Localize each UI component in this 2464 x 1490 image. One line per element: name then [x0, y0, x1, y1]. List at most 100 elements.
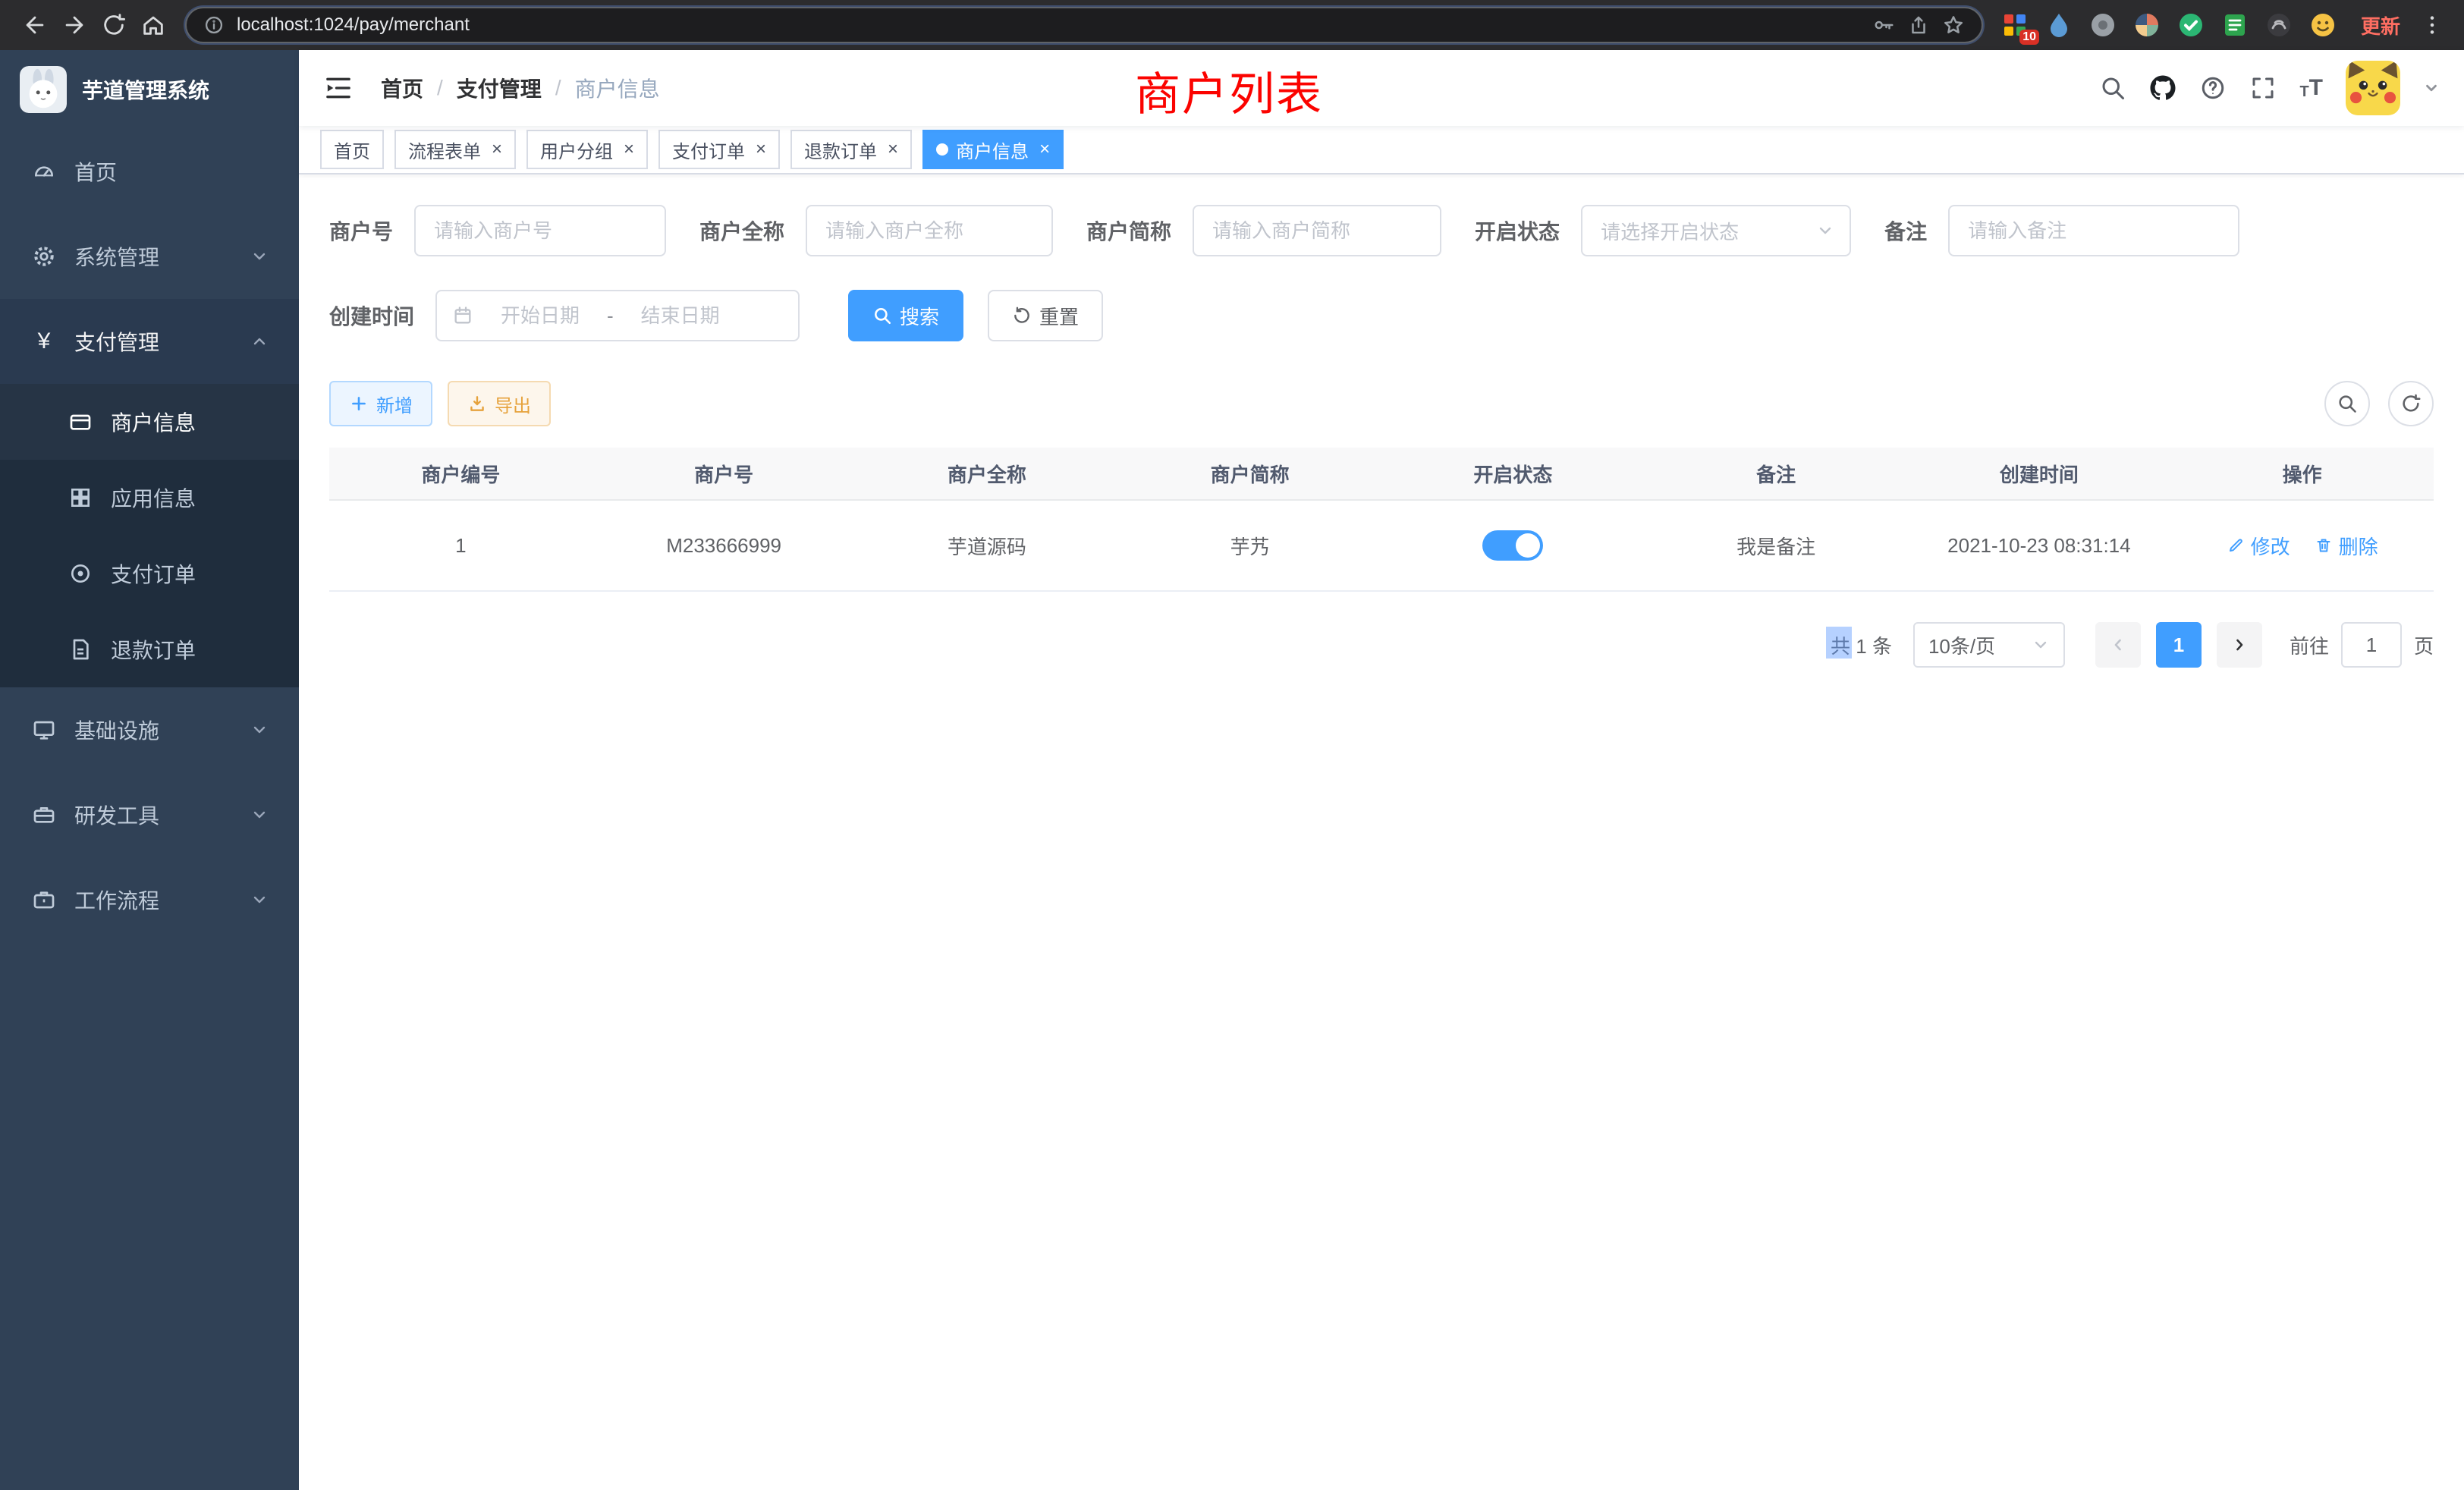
password-key-icon[interactable]	[1872, 14, 1895, 36]
rabbit-logo-icon	[20, 66, 67, 113]
goto-page-input[interactable]	[2341, 622, 2402, 668]
app-logo[interactable]: 芋道管理系统	[0, 50, 299, 129]
extension-gray-icon[interactable]	[2089, 11, 2117, 39]
filter-remark: 备注	[1884, 205, 2239, 256]
browser-menu-icon[interactable]	[2415, 8, 2449, 42]
tab-merchant-info[interactable]: 商户信息 ×	[922, 130, 1064, 169]
extension-drop-icon[interactable]	[2045, 11, 2073, 39]
toggle-search-button[interactable]	[2324, 381, 2370, 426]
selection-highlight	[1826, 627, 1852, 659]
yen-icon: ¥	[30, 328, 58, 354]
sidebar-item-refund-order[interactable]: 退款订单	[0, 611, 299, 687]
header-search-icon[interactable]	[2099, 74, 2126, 102]
share-icon[interactable]	[1907, 14, 1930, 36]
address-bar[interactable]: localhost:1024/pay/merchant	[185, 7, 1983, 43]
prev-page-button[interactable]	[2095, 622, 2141, 668]
tab-user-group[interactable]: 用户分组 ×	[526, 130, 648, 169]
browser-update-button[interactable]: 更新	[2361, 11, 2400, 39]
chevron-right-icon	[2230, 636, 2249, 654]
close-icon[interactable]: ×	[492, 140, 502, 159]
add-button[interactable]: 新增	[329, 381, 432, 426]
cell-create-time: 2021-10-23 08:31:14	[1908, 534, 2171, 558]
merchant-no-input[interactable]	[414, 205, 666, 256]
cell-operations: 修改 删除	[2170, 532, 2434, 560]
page-number-1[interactable]: 1	[2156, 622, 2202, 668]
export-button[interactable]: 导出	[448, 381, 551, 426]
browser-back-button[interactable]	[15, 5, 55, 45]
start-date-input[interactable]	[482, 304, 598, 328]
breadcrumb-home[interactable]: 首页	[381, 73, 423, 103]
close-icon[interactable]: ×	[1039, 140, 1050, 159]
remark-input[interactable]	[1948, 205, 2239, 256]
avatar[interactable]	[2346, 61, 2400, 115]
breadcrumb-payment[interactable]: 支付管理	[457, 73, 542, 103]
sidebar-item-merchant-info[interactable]: 商户信息	[0, 384, 299, 460]
sidebar-item-infrastructure[interactable]: 基础设施	[0, 687, 299, 772]
bookmark-star-icon[interactable]	[1942, 14, 1965, 36]
help-icon[interactable]	[2199, 74, 2227, 102]
sidebar-collapse-icon[interactable]	[323, 73, 354, 103]
fullscreen-icon[interactable]	[2249, 74, 2277, 102]
edit-link[interactable]: 修改	[2227, 532, 2290, 560]
active-dot-icon	[936, 143, 948, 156]
tab-refund-order[interactable]: 退款订单 ×	[790, 130, 912, 169]
sidebar-item-home[interactable]: 首页	[0, 129, 299, 214]
cell-status	[1381, 530, 1645, 561]
delete-link-label: 删除	[2339, 532, 2378, 560]
site-info-icon[interactable]	[203, 14, 225, 36]
font-size-icon[interactable]: TT	[2299, 75, 2323, 101]
page-size-select[interactable]: 10条/页	[1913, 622, 2065, 668]
delete-link[interactable]: 删除	[2315, 532, 2378, 560]
chevron-down-icon	[250, 891, 269, 909]
sidebar-item-payment[interactable]: ¥ 支付管理	[0, 299, 299, 384]
breadcrumb: 首页 / 支付管理 / 商户信息	[381, 73, 660, 103]
browser-forward-button[interactable]	[55, 5, 94, 45]
status-toggle[interactable]	[1482, 530, 1543, 561]
chevron-up-icon	[250, 332, 269, 350]
search-button[interactable]: 搜索	[848, 290, 963, 341]
extension-green-circle-icon[interactable]	[2177, 11, 2205, 39]
status-select[interactable]: 请选择开启状态	[1581, 205, 1851, 256]
column-header: 商户编号	[329, 460, 592, 488]
browser-reload-button[interactable]	[94, 5, 134, 45]
url-text[interactable]: localhost:1024/pay/merchant	[237, 14, 470, 36]
sidebar-item-pay-order[interactable]: 支付订单	[0, 536, 299, 611]
github-icon[interactable]	[2149, 74, 2176, 102]
sidebar-item-label: 首页	[74, 156, 117, 187]
sidebar-item-system[interactable]: 系统管理	[0, 214, 299, 299]
sidebar-item-dev-tools[interactable]: 研发工具	[0, 772, 299, 857]
tab-label: 首页	[334, 137, 370, 163]
briefcase-icon	[30, 888, 58, 912]
browser-home-button[interactable]	[134, 5, 173, 45]
tab-process-form[interactable]: 流程表单 ×	[394, 130, 516, 169]
extension-smiley-icon[interactable]	[2309, 11, 2337, 39]
short-name-input[interactable]	[1193, 205, 1441, 256]
close-icon[interactable]: ×	[624, 140, 634, 159]
tab-pay-order[interactable]: 支付订单 ×	[658, 130, 780, 169]
tab-label: 流程表单	[408, 137, 481, 163]
tab-home[interactable]: 首页	[320, 130, 384, 169]
extension-color-icon[interactable]	[2133, 11, 2161, 39]
close-icon[interactable]: ×	[756, 140, 766, 159]
filter-merchant-no: 商户号	[329, 205, 666, 256]
avatar-dropdown-caret-icon[interactable]	[2423, 80, 2440, 96]
full-name-input[interactable]	[806, 205, 1053, 256]
close-icon[interactable]: ×	[888, 140, 898, 159]
sidebar-item-label: 研发工具	[74, 800, 159, 830]
extension-grid-icon[interactable]: 10	[2001, 11, 2029, 39]
next-page-button[interactable]	[2217, 622, 2262, 668]
sidebar-item-app-info[interactable]: 应用信息	[0, 460, 299, 536]
extension-green-book-icon[interactable]	[2221, 11, 2249, 39]
sidebar-item-workflow[interactable]: 工作流程	[0, 857, 299, 942]
column-header: 创建时间	[1908, 460, 2171, 488]
select-placeholder: 请选择开启状态	[1601, 217, 1739, 245]
reset-button[interactable]: 重置	[988, 290, 1103, 341]
tab-label: 支付订单	[672, 137, 745, 163]
date-range-picker[interactable]: -	[435, 290, 800, 341]
end-date-input[interactable]	[623, 304, 738, 328]
filter-row-1: 商户号 商户全称 商户简称 开启状态 请选择开启状态	[329, 205, 2434, 256]
extension-dark-icon[interactable]	[2265, 11, 2293, 39]
column-header: 商户号	[592, 460, 856, 488]
refresh-table-button[interactable]	[2388, 381, 2434, 426]
table-toolbar: 新增 导出	[329, 381, 2434, 426]
